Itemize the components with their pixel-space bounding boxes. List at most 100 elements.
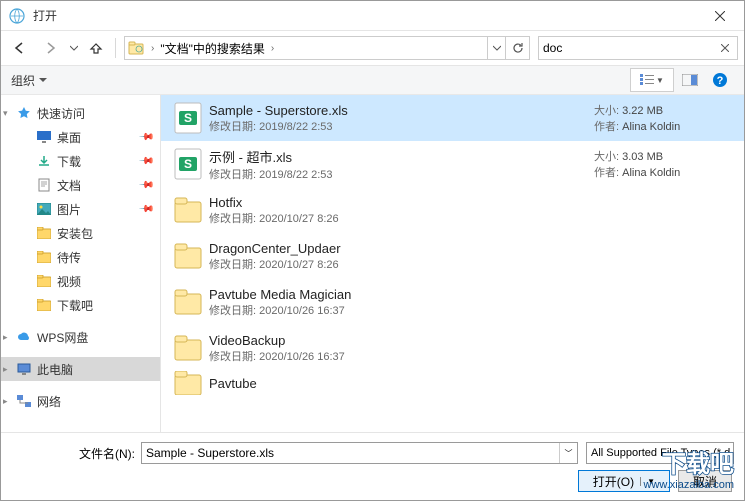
sidebar-item-label: 此电脑 — [37, 361, 73, 378]
filename-input-wrap[interactable]: ﹀ — [141, 442, 578, 464]
file-row[interactable]: DragonCenter_Updaer修改日期: 2020/10/27 8:26 — [161, 233, 744, 279]
sidebar-item-installer[interactable]: 安装包 — [1, 221, 160, 245]
close-icon — [715, 11, 725, 21]
expand-icon: ▾ — [3, 108, 13, 119]
sidebar-item-label: 视频 — [57, 273, 81, 290]
sidebar-quick-access[interactable]: ▾ 快速访问 — [1, 101, 160, 125]
file-row[interactable]: Pavtube Media Magician修改日期: 2020/10/26 1… — [161, 279, 744, 325]
sidebar-item-label: WPS网盘 — [37, 329, 88, 346]
navbar: › "文档"中的搜索结果 › — [1, 31, 744, 65]
titlebar: 打开 — [1, 1, 744, 31]
open-button[interactable]: 打开(O)▼ — [578, 470, 670, 492]
folder-icon — [125, 41, 147, 55]
view-mode-button[interactable]: ▼ — [630, 68, 674, 92]
address-dropdown[interactable] — [487, 37, 505, 59]
clear-search-button[interactable] — [717, 40, 733, 56]
bottom-panel: 文件名(N): ﹀ All Supported File Types (*.d…… — [1, 432, 744, 502]
chevron-icon: › — [147, 43, 158, 54]
filename-input[interactable] — [142, 446, 559, 460]
file-name: Pavtube Media Magician — [209, 287, 734, 302]
star-icon — [15, 105, 33, 121]
preview-pane-button[interactable] — [676, 68, 704, 92]
app-icon — [9, 8, 25, 24]
preview-icon — [682, 74, 698, 86]
file-name: DragonCenter_Updaer — [209, 241, 734, 256]
help-button[interactable]: ? — [706, 68, 734, 92]
file-row[interactable]: Pavtube — [161, 371, 744, 395]
filename-dropdown[interactable]: ﹀ — [559, 443, 577, 463]
sidebar-item-desktop[interactable]: 桌面 📌 — [1, 125, 160, 149]
svg-text:S: S — [184, 157, 192, 171]
sidebar-item-downloads[interactable]: 下载 📌 — [1, 149, 160, 173]
search-input[interactable] — [543, 41, 717, 55]
close-icon — [721, 44, 729, 52]
cancel-button[interactable]: 取消 — [678, 470, 732, 492]
list-view-icon — [640, 74, 654, 86]
sidebar-item-label: 下载吧 — [57, 297, 93, 314]
size-value: 3.22 MB — [622, 105, 663, 117]
sidebar-item-pictures[interactable]: 图片📌 — [1, 197, 160, 221]
folder-icon — [171, 239, 205, 273]
folder-icon — [171, 331, 205, 365]
sidebar-this-pc[interactable]: ▸ 此电脑 — [1, 357, 160, 381]
chevron-down-icon: ▼ — [640, 477, 655, 486]
expand-icon: ▸ — [3, 332, 13, 343]
search-box[interactable] — [538, 36, 738, 60]
folder-icon — [35, 273, 53, 289]
pin-icon: 📌 — [137, 177, 154, 194]
computer-icon — [15, 361, 33, 377]
sidebar-item-label: 网络 — [37, 393, 61, 410]
filter-label: All Supported File Types (*.d… — [591, 447, 734, 459]
sidebar-item-label: 桌面 — [57, 129, 81, 146]
pin-icon: 📌 — [137, 129, 154, 146]
expand-icon: ▸ — [3, 364, 13, 375]
file-type-filter[interactable]: All Supported File Types (*.d… ﹀ — [586, 442, 734, 464]
folder-icon — [171, 371, 205, 395]
forward-button[interactable] — [37, 35, 63, 61]
separator — [115, 38, 116, 58]
help-icon: ? — [712, 72, 728, 88]
sidebar-item-documents[interactable]: 文档📌 — [1, 173, 160, 197]
refresh-button[interactable] — [505, 37, 529, 59]
file-name: 示例 - 超市.xls — [209, 147, 594, 166]
author-label: 作者: — [594, 121, 619, 133]
folder-icon — [35, 249, 53, 265]
sidebar-item-pending[interactable]: 待传 — [1, 245, 160, 269]
pin-icon: 📌 — [137, 153, 154, 170]
file-row[interactable]: Hotfix修改日期: 2020/10/27 8:26 — [161, 187, 744, 233]
sidebar-item-videos[interactable]: 视频 — [1, 269, 160, 293]
cloud-icon — [15, 329, 33, 345]
back-button[interactable] — [7, 35, 33, 61]
file-row[interactable]: S Sample - Superstore.xls 修改日期: 2019/8/2… — [161, 95, 744, 141]
sidebar-wps[interactable]: ▸ WPS网盘 — [1, 325, 160, 349]
picture-icon — [35, 201, 53, 217]
svg-text:S: S — [184, 111, 192, 125]
file-list[interactable]: S Sample - Superstore.xls 修改日期: 2019/8/2… — [161, 95, 744, 432]
document-icon — [35, 177, 53, 193]
file-row[interactable]: S 示例 - 超市.xls 修改日期: 2019/8/22 2:53 大小: 3… — [161, 141, 744, 187]
network-icon — [15, 393, 33, 409]
file-name: Hotfix — [209, 195, 734, 210]
up-button[interactable] — [85, 35, 107, 61]
sidebar: ▾ 快速访问 桌面 📌 下载 📌 文档📌 图片📌 安装包 待传 视频 下载吧 ▸ WP… — [1, 95, 161, 432]
xls-icon: S — [171, 101, 205, 135]
file-row[interactable]: VideoBackup修改日期: 2020/10/26 16:37 — [161, 325, 744, 371]
folder-icon — [35, 297, 53, 313]
organize-menu[interactable]: 组织 — [11, 72, 47, 89]
xls-icon: S — [171, 147, 205, 181]
author-value: Alina Koldin — [622, 121, 680, 133]
sidebar-item-label: 安装包 — [57, 225, 93, 242]
address-bar[interactable]: › "文档"中的搜索结果 › — [124, 36, 530, 60]
sidebar-network[interactable]: ▸ 网络 — [1, 389, 160, 413]
mod-value: 2019/8/22 2:53 — [259, 121, 332, 133]
breadcrumb[interactable]: "文档"中的搜索结果 — [158, 40, 267, 57]
svg-text:?: ? — [717, 75, 724, 87]
sidebar-item-label: 待传 — [57, 249, 81, 266]
sidebar-item-label: 快速访问 — [37, 105, 85, 122]
sidebar-item-xiazaiba[interactable]: 下载吧 — [1, 293, 160, 317]
toolbar: 组织 ▼ ? — [1, 65, 744, 95]
expand-icon: ▸ — [3, 396, 13, 407]
sidebar-item-label: 下载 — [57, 153, 81, 170]
recent-dropdown[interactable] — [67, 35, 81, 61]
close-button[interactable] — [704, 4, 736, 28]
